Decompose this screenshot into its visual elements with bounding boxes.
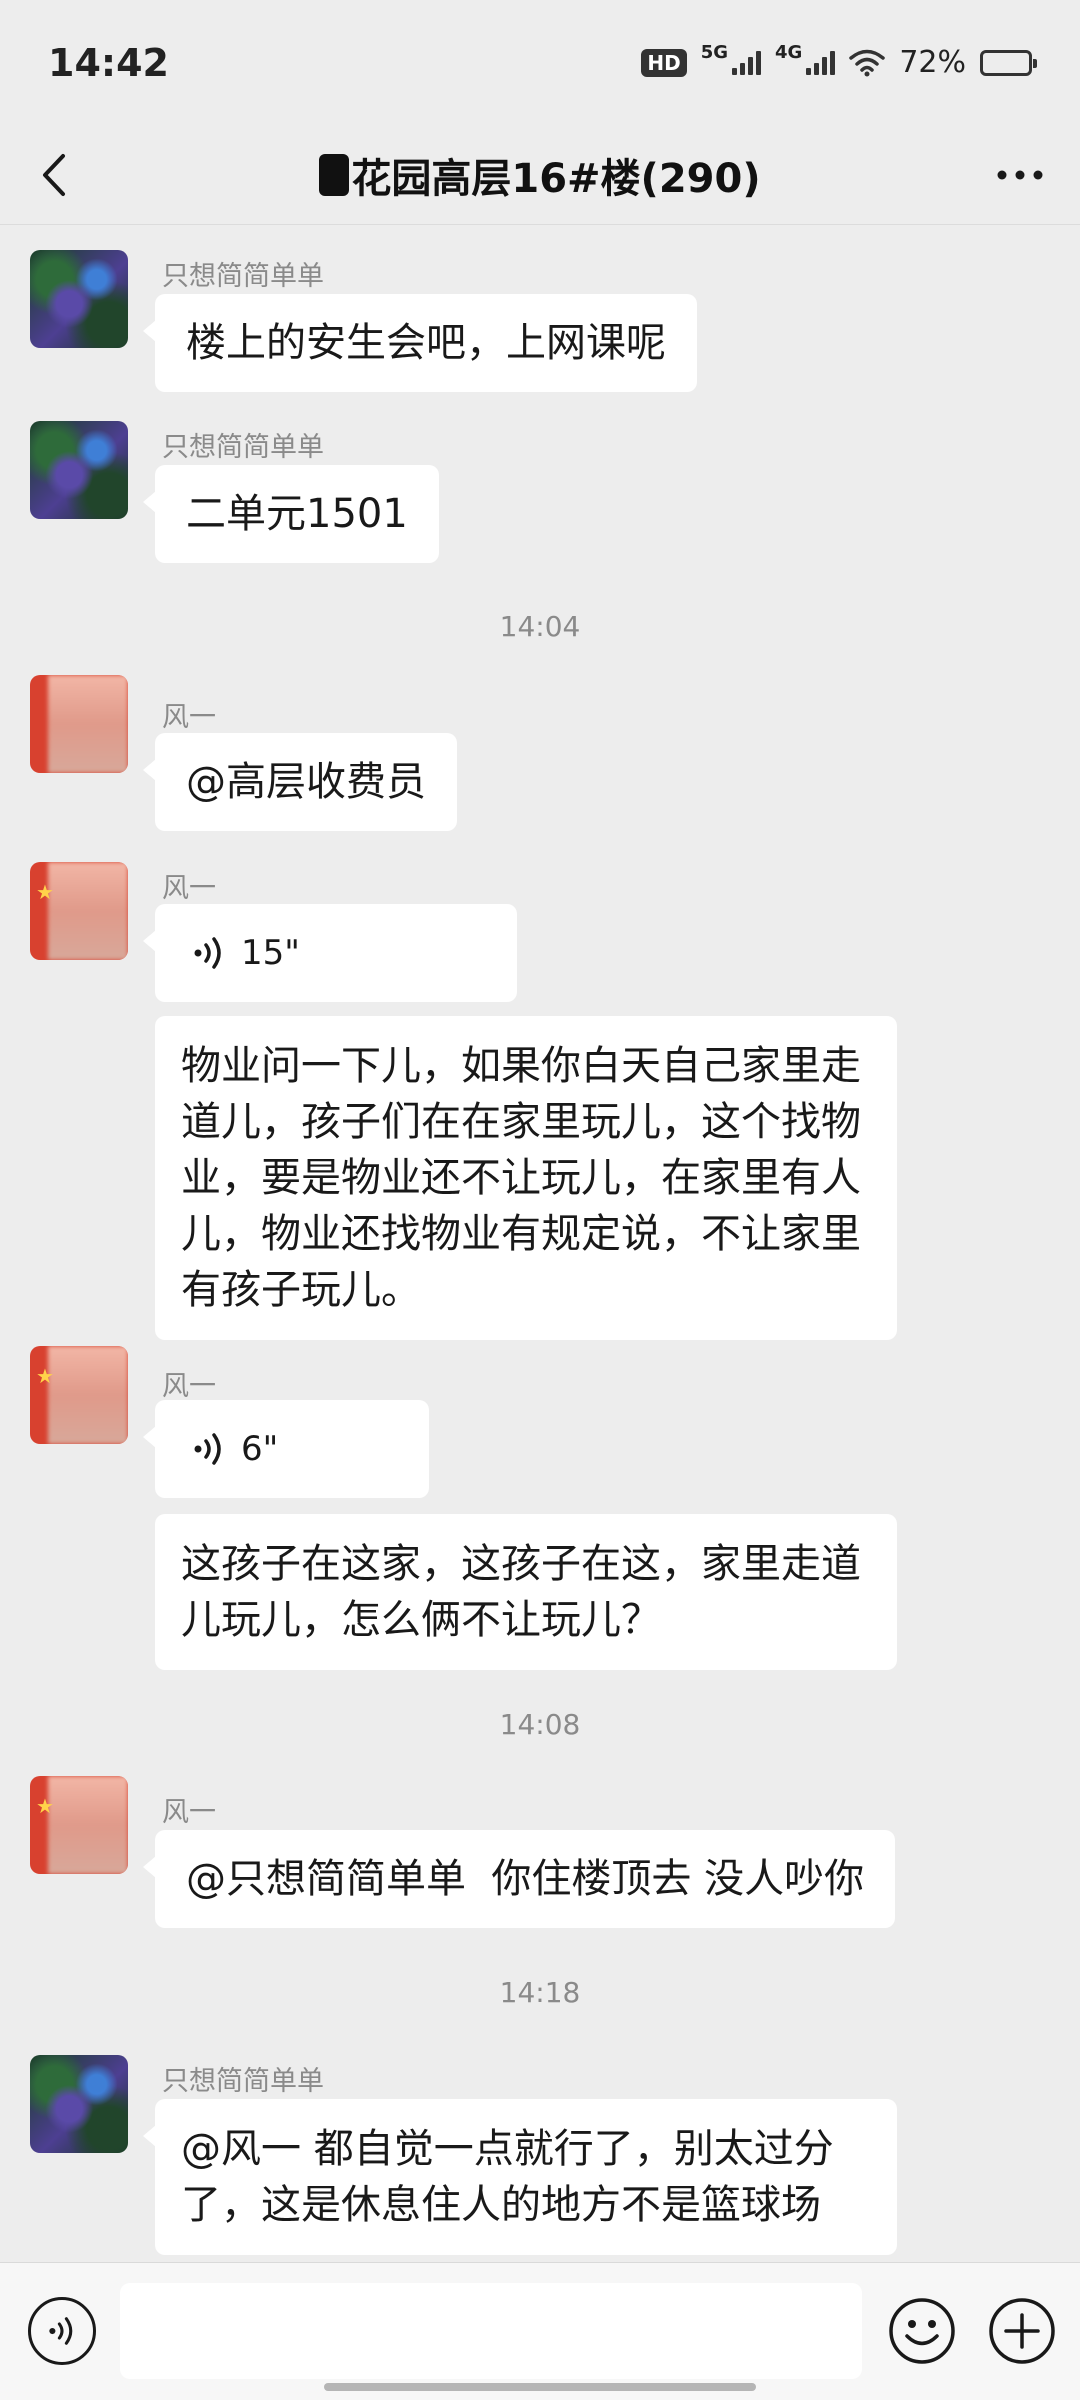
chat-title-text: 花园高层16#楼(290) [351, 155, 761, 202]
avatar[interactable] [30, 675, 128, 773]
chat-title: 花园高层16#楼(290) [319, 146, 761, 204]
message-bubble[interactable]: 物业问一下儿，如果你白天自己家里走道儿，孩子们在在家里玩儿，这个找物业，要是物业… [155, 1016, 897, 1340]
message-input[interactable] [120, 2283, 862, 2379]
timestamp: 14:08 [499, 1708, 581, 1741]
status-icons: HD 5G 4G 72% [641, 42, 1037, 80]
back-button[interactable] [22, 143, 86, 207]
sender-name: 只想简简单单 [162, 432, 324, 463]
emoji-icon[interactable] [888, 2297, 956, 2365]
sender-name: 风一 [162, 1371, 216, 1402]
timestamp: 14:04 [499, 610, 581, 643]
voice-input-icon [49, 2317, 73, 2345]
voice-wave-icon [194, 1433, 221, 1465]
voice-duration: 6" [241, 1429, 279, 1469]
avatar[interactable]: ★ [30, 1776, 128, 1874]
battery-percent: 72% [899, 45, 966, 80]
voice-message-bubble[interactable]: 15" [143, 904, 517, 1002]
signal-icon-2 [806, 50, 836, 75]
avatar[interactable]: ★ [30, 1346, 128, 1444]
home-indicator[interactable] [324, 2383, 756, 2391]
sender-name: 只想简简单单 [162, 2066, 324, 2097]
redacted-block [319, 153, 350, 196]
more-button[interactable] [982, 143, 1058, 207]
chat-header: 花园高层16#楼(290) [0, 125, 1080, 225]
sender-name: 只想简简单单 [162, 261, 324, 292]
message-bubble[interactable]: 楼上的安生会吧，上网课呢 [143, 294, 697, 392]
network-4g-label: 4G [775, 42, 803, 63]
avatar[interactable] [30, 2055, 128, 2153]
status-bar: 14:42 HD 5G 4G 72% [0, 0, 1080, 125]
message-bubble[interactable]: @只想简简单单 你住楼顶去 没人吵你 [142, 1830, 896, 1928]
voice-message-bubble[interactable]: 6" [143, 1400, 429, 1498]
message-bubble[interactable]: 这孩子在这家，这孩子在这，家里走道儿玩儿，怎么俩不让玩儿？ [155, 1514, 897, 1670]
sender-name: 风一 [162, 1797, 216, 1828]
battery-icon [980, 49, 1037, 76]
signal-icon [732, 50, 761, 75]
voice-wave-icon [194, 937, 221, 969]
wifi-icon [849, 49, 886, 76]
input-bar [0, 2262, 1080, 2400]
sender-name: 风一 [162, 873, 216, 904]
chevron-left-icon [43, 154, 65, 196]
timestamp: 14:18 [499, 1976, 581, 2009]
plus-circle-icon[interactable] [988, 2297, 1056, 2365]
more-horizontal-icon [997, 170, 1043, 180]
message-bubble[interactable]: @风一 都自觉一点就行了，别太过分了，这是休息住人的地方不是篮球场 [143, 2099, 897, 2255]
avatar[interactable] [30, 250, 128, 348]
network-5g-label: 5G [700, 42, 728, 63]
message-bubble[interactable]: 二单元1501 [143, 465, 439, 563]
avatar[interactable] [30, 421, 128, 519]
hd-voice-icon: HD [641, 48, 687, 77]
sender-name: 风一 [162, 702, 216, 733]
status-time: 14:42 [48, 40, 169, 85]
voice-input-button[interactable] [28, 2297, 96, 2365]
voice-duration: 15" [241, 933, 300, 973]
avatar[interactable]: ★ [30, 862, 128, 960]
message-bubble[interactable]: @高层收费员 [143, 733, 457, 831]
